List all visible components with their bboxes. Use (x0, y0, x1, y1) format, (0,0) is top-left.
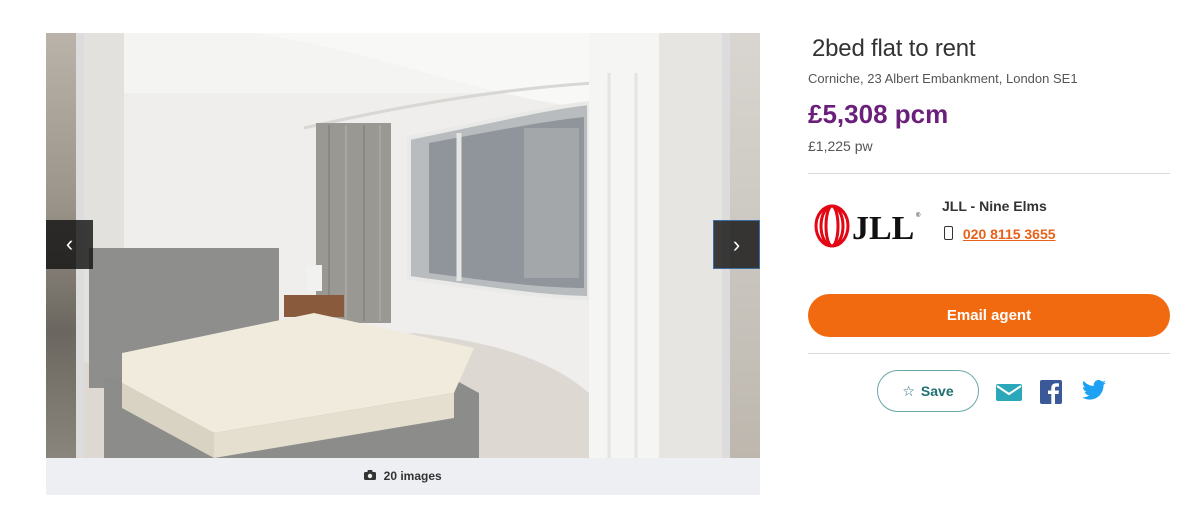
next-image-button[interactable]: › (713, 220, 760, 269)
agent-name[interactable]: JLL - Nine Elms (942, 198, 1047, 214)
chevron-left-icon: ‹ (65, 231, 74, 256)
star-outline-icon: ☆ (902, 383, 915, 399)
svg-text:®: ® (916, 212, 921, 219)
agent-phone-number[interactable]: 020 8115 3655 (963, 226, 1056, 242)
chevron-right-icon: › (732, 232, 741, 257)
share-email-icon[interactable] (996, 384, 1022, 406)
agent-info: JLL ® JLL - Nine Elms 020 8115 3655 (808, 174, 1170, 260)
listing-title: 2bed flat to rent (812, 35, 976, 62)
mobile-phone-icon (944, 226, 953, 240)
listing-actions: ☆ Save (877, 370, 1117, 414)
agent-phone[interactable]: 020 8115 3655 (944, 226, 1056, 242)
image-count-label: 20 images (383, 469, 442, 483)
listing-details: 2bed flat to rent Corniche, 23 Albert Em… (808, 33, 1170, 412)
main-photo[interactable] (84, 33, 722, 458)
save-label: Save (920, 383, 954, 399)
image-gallery: ‹ › 20 images (46, 33, 760, 495)
image-count-bar[interactable]: 20 images (46, 458, 760, 495)
previous-image-button[interactable]: ‹ (46, 220, 93, 269)
agent-logo[interactable]: JLL ® (812, 203, 922, 249)
listing-address: Corniche, 23 Albert Embankment, London S… (808, 71, 1078, 86)
facebook-icon[interactable] (1040, 380, 1062, 409)
gallery-viewport[interactable]: ‹ › (46, 33, 760, 458)
bedroom-photo (84, 33, 722, 458)
camera-icon (364, 458, 377, 495)
save-button[interactable]: ☆ Save (877, 370, 979, 412)
divider (808, 353, 1170, 354)
price-pw: £1,225 pw (808, 138, 873, 154)
price-pcm: £5,308 pcm (808, 99, 949, 129)
logo-wordmark: JLL (852, 210, 914, 247)
email-agent-button[interactable]: Email agent (808, 294, 1170, 337)
twitter-icon[interactable] (1082, 380, 1106, 405)
